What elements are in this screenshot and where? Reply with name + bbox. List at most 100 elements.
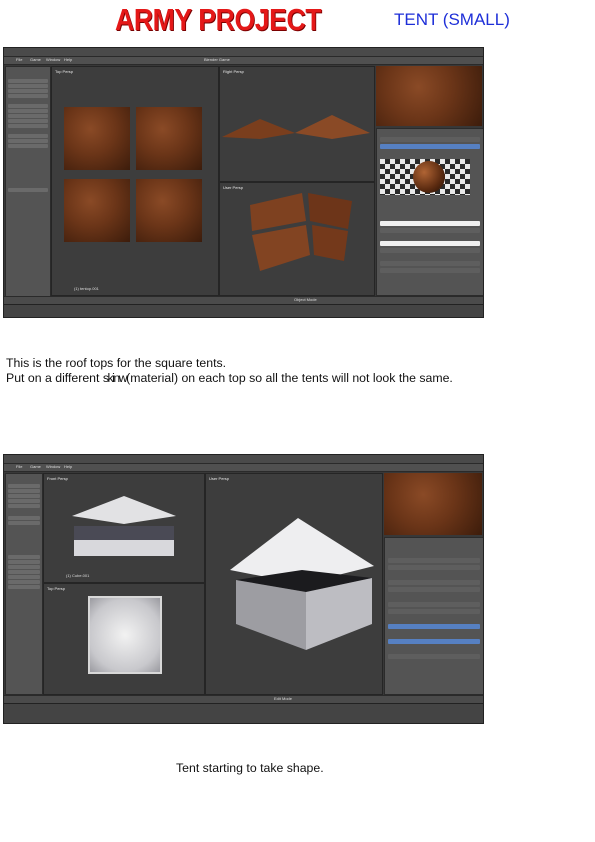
page-title: ARMY PROJECT	[115, 2, 322, 37]
shading-multitexture[interactable]	[388, 639, 480, 644]
tool-translate[interactable]	[8, 79, 48, 83]
info-header: File Game Window Help	[4, 464, 483, 472]
standalone-player[interactable]	[388, 558, 480, 563]
menu-file[interactable]: File	[16, 57, 22, 62]
menu-file[interactable]: File	[16, 464, 22, 469]
roof-perspective-shapes	[250, 193, 352, 271]
viewport-right[interactable]: Right Persp	[219, 66, 375, 182]
quality-depth[interactable]	[388, 602, 480, 607]
tool-smooth[interactable]	[8, 134, 48, 138]
tool-make-edge[interactable]	[8, 570, 40, 574]
stereo-none[interactable]	[388, 624, 480, 629]
blender-screenshot-roof-tops: Blender [C:\Users\Owner\Desktop\army\arm…	[3, 47, 484, 318]
system-options[interactable]	[388, 654, 480, 659]
refresh-rate[interactable]	[388, 609, 480, 614]
viewport-header: Object Mode	[4, 296, 483, 304]
material-preview	[380, 159, 470, 195]
tool-duplicate-linked[interactable]	[8, 109, 48, 113]
tool-smooth-vertex[interactable]	[8, 516, 40, 520]
tool-scale[interactable]	[8, 494, 40, 498]
tool-loop-cut[interactable]	[8, 580, 40, 584]
caption-tent-shape: Tent starting to take shape.	[176, 761, 324, 775]
tool-shelf	[5, 473, 43, 695]
caption-text: (material) on each top so all the tents …	[126, 371, 453, 385]
menu-game[interactable]: Game	[30, 464, 41, 469]
resolution-y[interactable]	[388, 587, 480, 592]
tent-perspective-shape	[230, 518, 374, 650]
timeline[interactable]	[4, 304, 483, 317]
tent-top-outline	[88, 596, 162, 674]
tool-mirror[interactable]	[8, 94, 48, 98]
start-button[interactable]	[388, 565, 480, 570]
tool-noise[interactable]	[8, 521, 40, 525]
tool-subdivide[interactable]	[8, 575, 40, 579]
viewport-label: Top Persp	[55, 69, 74, 74]
tool-duplicate[interactable]	[8, 104, 48, 108]
roof-tile	[64, 107, 130, 170]
blender-screenshot-tent-shape: Blender [C:\Users\Owner\Desktop\army\arm…	[3, 454, 484, 724]
diffuse-intensity[interactable]	[380, 228, 480, 233]
tool-cell-fracture[interactable]	[8, 139, 48, 143]
render-engine-select[interactable]: Blender Game	[204, 57, 230, 62]
roof-tile	[136, 107, 202, 170]
timeline[interactable]	[4, 703, 483, 723]
viewport-label: Top Persp	[47, 586, 66, 591]
object-label: (1) Cube.001	[66, 573, 90, 578]
tool-rotate[interactable]	[8, 84, 48, 88]
mode-select[interactable]: Edit Mode	[274, 696, 292, 701]
tool-shrink-fatten[interactable]	[8, 499, 40, 503]
viewport-header: Edit Mode	[4, 695, 483, 703]
viewport-user[interactable]: User Persp	[205, 473, 383, 695]
texture-preview	[376, 66, 482, 126]
properties-panel	[376, 128, 483, 296]
resolution-x[interactable]	[388, 580, 480, 585]
texture-preview	[384, 473, 482, 535]
diffuse-color[interactable]	[380, 221, 480, 226]
mode-select[interactable]: Object Mode	[294, 297, 317, 302]
menu-help[interactable]: Help	[64, 464, 72, 469]
tool-scale[interactable]	[8, 89, 48, 93]
tool-extrude-3[interactable]	[8, 565, 40, 569]
viewport-top[interactable]: Top Persp (1) tentop.001	[51, 66, 219, 296]
blender-menu-bar: Blender [C:\Users\Owner\Desktop\army\arm…	[4, 48, 483, 62]
caption-text: Put on a different	[6, 371, 103, 385]
viewport-top[interactable]: Top Persp	[43, 583, 205, 695]
tool-set-origin[interactable]	[8, 124, 48, 128]
caption-roof-tops: This is the roof tops for the square ten…	[6, 356, 591, 386]
tool-cell-fracture-2[interactable]	[8, 144, 48, 148]
tool-translate[interactable]	[8, 484, 40, 488]
tool-extrude-2[interactable]	[8, 560, 40, 564]
tool-delete[interactable]	[8, 114, 48, 118]
caption-line-1: This is the roof tops for the square ten…	[6, 356, 227, 370]
info-header: File Game Window Help Blender Game	[4, 57, 483, 65]
tool-push-pull[interactable]	[8, 504, 40, 508]
blender-menu-bar: Blender [C:\Users\Owner\Desktop\army\arm…	[4, 455, 483, 469]
caption-line-2: Put on a different skinw(material) on ea…	[6, 371, 591, 386]
operator-dropdown[interactable]	[8, 188, 48, 192]
tool-shelf	[5, 66, 51, 298]
tool-join[interactable]	[8, 119, 48, 123]
viewport-user[interactable]: User Persp	[219, 182, 375, 296]
roof-tile	[136, 179, 202, 242]
preview-sphere	[413, 161, 445, 193]
menu-window[interactable]: Window	[46, 57, 60, 62]
menu-window[interactable]: Window	[46, 464, 60, 469]
shading-ambient[interactable]	[380, 268, 480, 273]
caption-typo: skinw	[102, 371, 128, 385]
roof-tile	[64, 179, 130, 242]
tool-edge-slide[interactable]	[8, 585, 40, 589]
surface-tab[interactable]	[380, 144, 480, 149]
viewport-front[interactable]: Front Persp (1) Cube.001	[43, 473, 205, 583]
shading-emit[interactable]	[380, 261, 480, 266]
tent-front-shape	[72, 496, 176, 556]
tool-rotate[interactable]	[8, 489, 40, 493]
tool-extrude[interactable]	[8, 555, 40, 559]
menu-game[interactable]: Game	[30, 57, 41, 62]
material-slot[interactable]	[380, 137, 480, 142]
roof-side-shapes	[222, 115, 370, 139]
specular-intensity[interactable]	[380, 248, 480, 253]
page-subtitle: TENT (SMALL)	[394, 10, 510, 29]
menu-help[interactable]: Help	[64, 57, 72, 62]
specular-color[interactable]	[380, 241, 480, 246]
object-label: (1) tentop.001	[74, 286, 99, 291]
